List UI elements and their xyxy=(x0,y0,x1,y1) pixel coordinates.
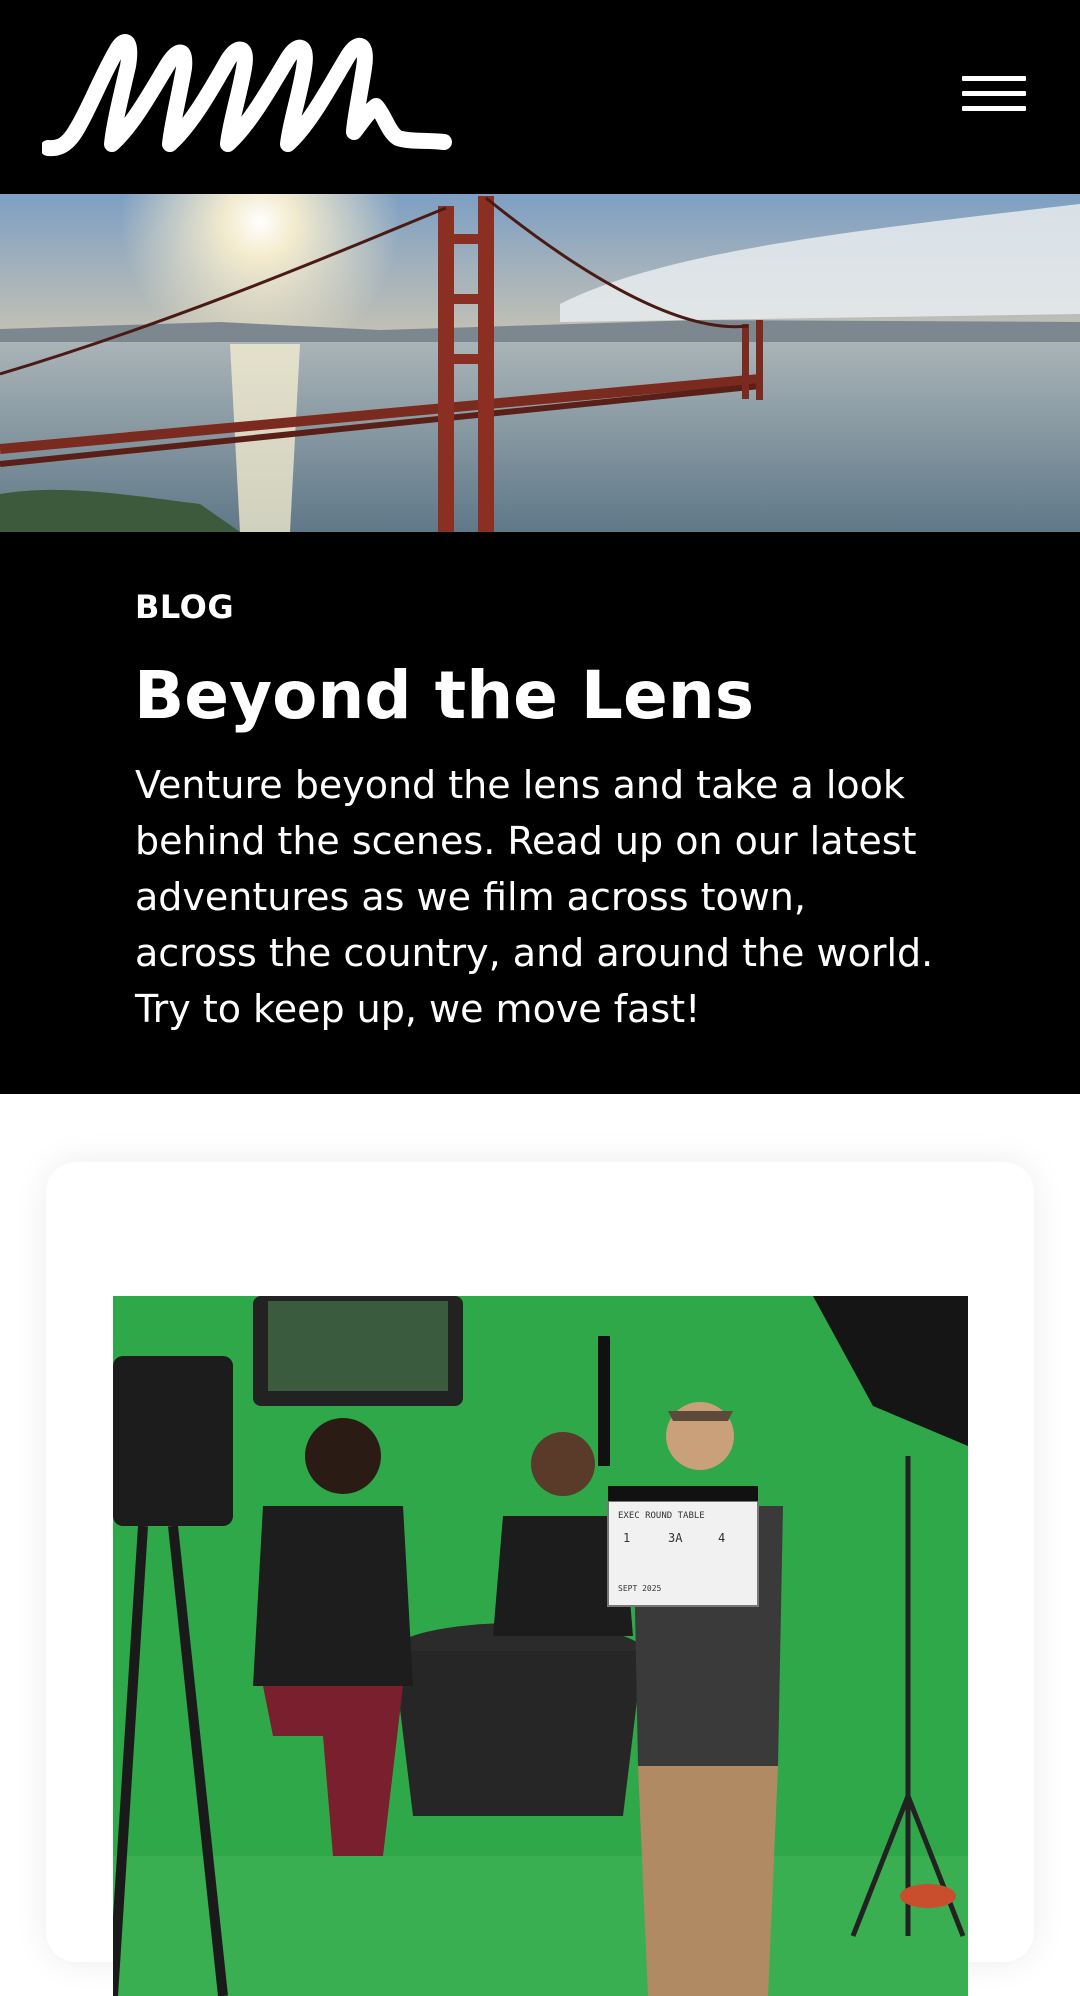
hero-image xyxy=(0,194,1080,532)
golden-gate-bridge-sunset-photo xyxy=(0,194,1080,532)
site-header xyxy=(0,0,1080,194)
blog-post-card[interactable]: EXEC ROUND TABLE 1 3A 4 SEPT 2025 xyxy=(46,1162,1034,1996)
hamburger-menu-icon xyxy=(962,91,1026,96)
hamburger-menu-icon xyxy=(962,106,1026,111)
post-image[interactable]: EXEC ROUND TABLE 1 3A 4 SEPT 2025 xyxy=(113,1296,968,1996)
page-description: Venture beyond the lens and take a look … xyxy=(135,763,934,1031)
blog-intro-section: BLOG Beyond the Lens Venture beyond the … xyxy=(0,532,1080,1094)
mmm-script-logo-icon[interactable] xyxy=(42,28,452,163)
green-screen-film-set-photo: EXEC ROUND TABLE 1 3A 4 SEPT 2025 xyxy=(113,1296,968,1996)
clapper-scene: 3A xyxy=(668,1531,683,1545)
clapper-take: 4 xyxy=(718,1531,725,1545)
clapper-date: SEPT 2025 xyxy=(618,1584,662,1593)
page-title: Beyond the Lens xyxy=(134,657,755,734)
section-eyebrow: BLOG xyxy=(135,588,235,626)
menu-button[interactable] xyxy=(958,68,1030,120)
clapper-roll: 1 xyxy=(623,1531,630,1545)
clapper-prod: EXEC ROUND TABLE xyxy=(618,1511,705,1521)
hamburger-menu-icon xyxy=(962,76,1026,81)
